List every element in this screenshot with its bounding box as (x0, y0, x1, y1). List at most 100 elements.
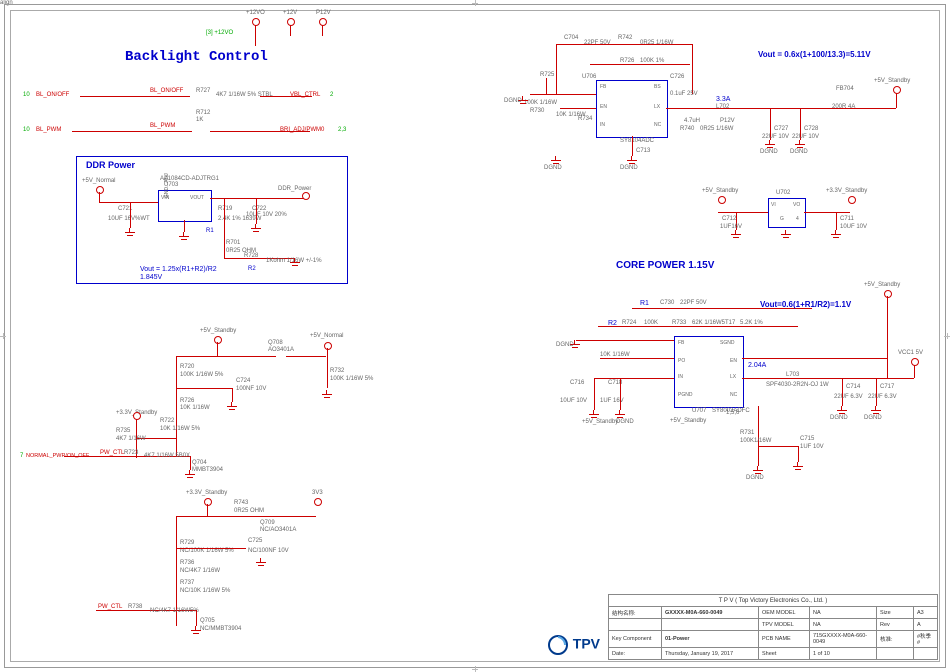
refdes: FB704 (836, 86, 854, 92)
refdes: L702 (716, 104, 729, 110)
pin-label: SGND (720, 340, 734, 346)
part-value: SY8104ADC (620, 138, 654, 144)
pin-label: NC (654, 122, 661, 128)
pin-ref: 2 (330, 92, 333, 98)
part-value: NC/AO3401A (260, 527, 296, 533)
wire (327, 348, 328, 388)
part-value: NC/10K 1/16W 5% (180, 588, 230, 594)
part-value: 100K 1/16W (524, 100, 557, 106)
tb-cell: 结构名称: (609, 607, 662, 619)
refdes: Q705 (200, 618, 215, 624)
rail-label: P12V (316, 10, 331, 16)
tb-cell: Thursday, January 19, 2017 (662, 648, 759, 660)
part-value: MMBT3904 (192, 467, 223, 473)
wire (804, 212, 850, 213)
refdes: R719 (218, 206, 232, 212)
gnd-icon (551, 156, 561, 164)
wire (546, 78, 547, 94)
gnd-icon (627, 156, 637, 164)
wire (594, 378, 595, 410)
refdes: C730 (660, 300, 674, 306)
pin-label: VI (771, 202, 776, 208)
part-value: 4.7uH (684, 118, 700, 124)
tb-cell: PCB NAME (759, 631, 810, 648)
rail-label: DGND (504, 98, 522, 104)
gnd-icon (227, 402, 237, 410)
wire (190, 456, 191, 470)
wire (176, 516, 316, 517)
part-value: 100NF 10V (236, 386, 266, 392)
wire (598, 326, 798, 327)
wire (620, 378, 621, 410)
tb-cell (877, 648, 914, 660)
refdes: R728 (244, 253, 258, 259)
rail-label: +5V_Standby (864, 282, 900, 288)
pin-ref: 10 (23, 92, 30, 98)
refdes: R720 (180, 364, 194, 370)
wire (176, 388, 232, 389)
gnd-icon (615, 410, 625, 418)
refdes: U702 (776, 190, 790, 196)
refdes: C716 (570, 380, 584, 386)
gnd-icon (290, 258, 300, 266)
rail-label: +12VO (246, 10, 265, 16)
power-node (133, 412, 141, 420)
part-value: NC/4K7 1/16W (180, 568, 220, 574)
power-node (96, 186, 104, 194)
formula: Vout = 1.25x(R1+R2)/R2 (140, 266, 217, 273)
wire (99, 202, 159, 203)
rail-label: +5V_Standby (670, 418, 706, 424)
fold-mark (0, 333, 6, 339)
rail-label: DGND (790, 149, 808, 155)
pin-label: PGND (678, 392, 692, 398)
company-logo: TPV (547, 634, 600, 656)
gnd-icon (179, 232, 189, 240)
tb-cell (662, 619, 759, 631)
wire (718, 212, 768, 213)
gnd-icon (191, 626, 201, 634)
pin-label: FB (678, 340, 684, 346)
fold-mark (472, 0, 478, 6)
part-value: 100K 1/16W 5% (330, 376, 373, 382)
formula: 1.845V (140, 274, 162, 281)
part-value: 1K (196, 117, 203, 123)
wire (560, 108, 596, 109)
refdes: R729 (180, 540, 194, 546)
pin-label: LX (654, 104, 660, 110)
power-node (204, 498, 212, 506)
rail-label: P12V (720, 118, 735, 124)
wire (196, 610, 197, 626)
net-name: PW_CTL (98, 604, 122, 610)
refdes: R701 (226, 240, 240, 246)
refdes: R731 (740, 430, 754, 436)
section-title-core: CORE POWER 1.15V (616, 260, 714, 271)
tb-cell: A3 (914, 607, 938, 619)
power-node (314, 498, 322, 506)
refdes: C713 (636, 148, 650, 154)
tb-cell: GXXXX-M0A-660-0049 (662, 607, 759, 619)
tb-cell: Rev (877, 619, 914, 631)
power-node (718, 196, 726, 204)
refdes: C724 (236, 378, 250, 384)
refdes: R743 (234, 500, 248, 506)
net-name: BL_PWM (150, 123, 175, 129)
tb-cell: NA (810, 619, 877, 631)
rail-label: DGND (616, 419, 634, 425)
part-value: 10K 1/16W (180, 405, 210, 411)
logo-icon (547, 634, 569, 656)
part-value: 0R25 1/16W (640, 40, 673, 46)
wire (286, 356, 326, 357)
part-value: 4K7 1/16W (116, 436, 146, 442)
rail-label: DGND (544, 165, 562, 171)
tb-cell: #秋季# (914, 631, 938, 648)
part-value: 10UF 10V 20% (246, 212, 287, 218)
refdes: R738 (128, 604, 142, 610)
wire (176, 356, 276, 357)
annotation: 1,5,6 (726, 410, 739, 416)
section-title-backlight: Backlight Control (125, 49, 268, 65)
refdes: R735 (116, 428, 130, 434)
tb-cell: 715GXXXX-M0A-660-0049 (810, 631, 877, 648)
annotation: 2.04A (748, 362, 766, 369)
wire (692, 44, 693, 94)
part-value: 22PF 50V (680, 300, 707, 306)
